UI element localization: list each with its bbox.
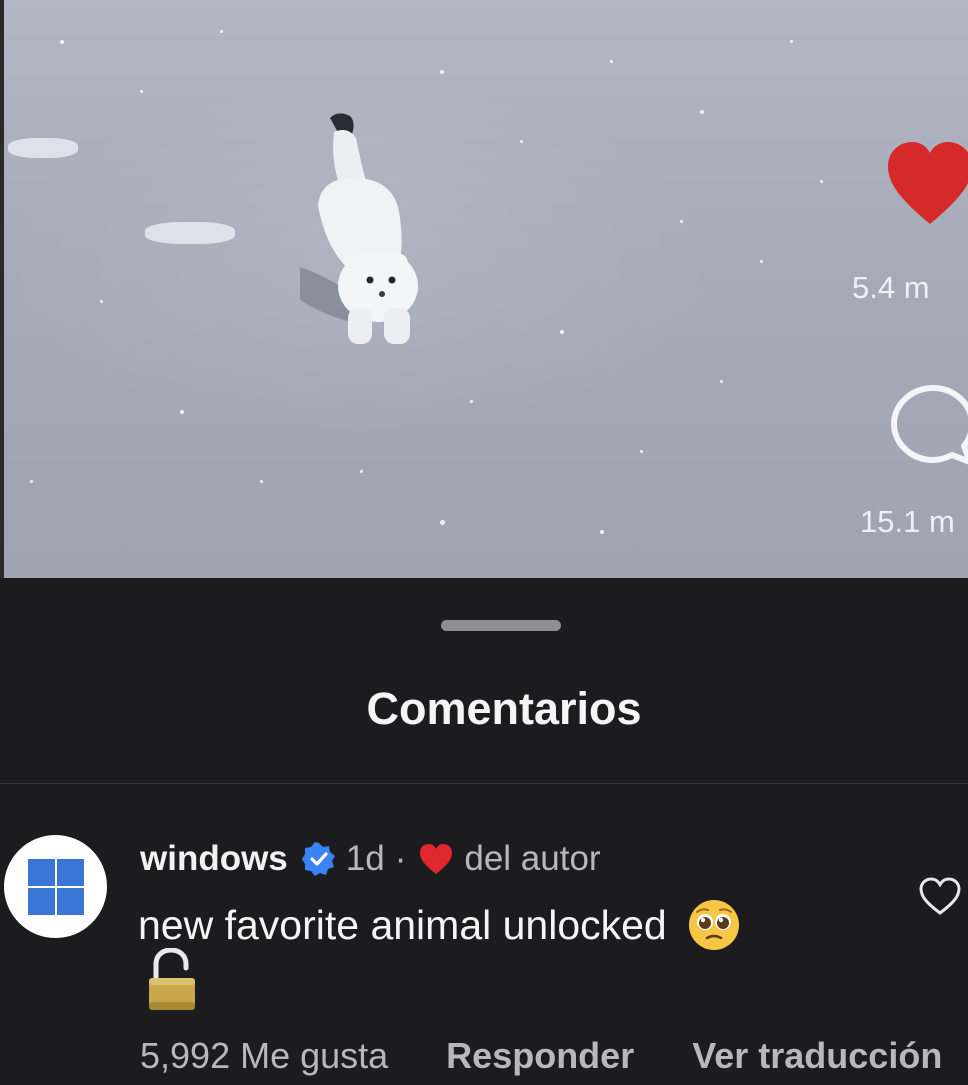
snow-speck [560,330,564,334]
sheet-drag-handle[interactable] [441,620,561,631]
snow-speck [260,480,263,483]
logo-pane [57,888,84,915]
snow-speck [60,40,64,44]
logo-pane [57,859,84,886]
verified-badge-icon [301,842,335,876]
comment-text: new favorite animal unlocked [138,901,667,948]
comments-sheet: Comentarios windows 1d · del autor new f… [0,578,968,1085]
snow-speck [100,300,103,303]
snow-speck [790,40,793,43]
snow-speck [600,530,604,534]
logo-pane [28,888,55,915]
author-liked-label: del autor [464,839,601,878]
snow-speck [220,30,223,33]
snow-speck [520,140,523,143]
snow-speck [820,180,823,183]
snow-speck [440,520,445,525]
snow-speck [180,410,184,414]
sheet-title: Comentarios [366,683,642,734]
snow-speck [640,450,643,453]
video-comments-count: 15.1 m [860,504,955,539]
divider [0,783,968,784]
unlocked-padlock-icon [149,948,195,1010]
snow-speck [610,60,613,63]
snow-speck [140,90,143,93]
comment-username[interactable]: windows [140,839,288,879]
snow-speck [360,470,363,473]
comment-actions: 5,992 Me gusta Responder Ver traducción [140,1035,942,1077]
heart-filled-icon [420,844,453,874]
video-edge [0,0,4,578]
video-player[interactable]: 5.4 m 15.1 m [0,0,968,578]
snow-track [145,222,235,244]
snow-speck [700,110,704,114]
comment-header: windows 1d · del autor [140,836,601,882]
pleading-face-icon [688,900,739,950]
reply-button[interactable]: Responder [446,1035,634,1077]
snow-speck [470,400,473,403]
comment-time: 1d [345,839,385,878]
video-likes-count: 5.4 m [852,270,930,305]
snow-speck [760,260,763,263]
meta-separator: · [394,839,407,878]
comment-body: new favorite animal unlocked [138,898,741,952]
comment-likes-count[interactable]: 5,992 Me gusta [140,1035,388,1077]
ermine-animal [300,113,418,344]
snow-speck [30,480,33,483]
snow-speck [720,380,723,383]
snow-speck [680,220,683,223]
snow-speck [440,70,444,74]
avatar[interactable] [4,835,107,938]
windows-logo-icon [28,859,84,915]
see-translation-button[interactable]: Ver traducción [692,1035,942,1077]
logo-pane [28,859,55,886]
heart-outline-icon[interactable] [918,876,962,916]
speech-bubble-icon[interactable] [888,380,968,470]
heart-filled-icon[interactable] [884,140,968,228]
snow-track [8,138,78,158]
